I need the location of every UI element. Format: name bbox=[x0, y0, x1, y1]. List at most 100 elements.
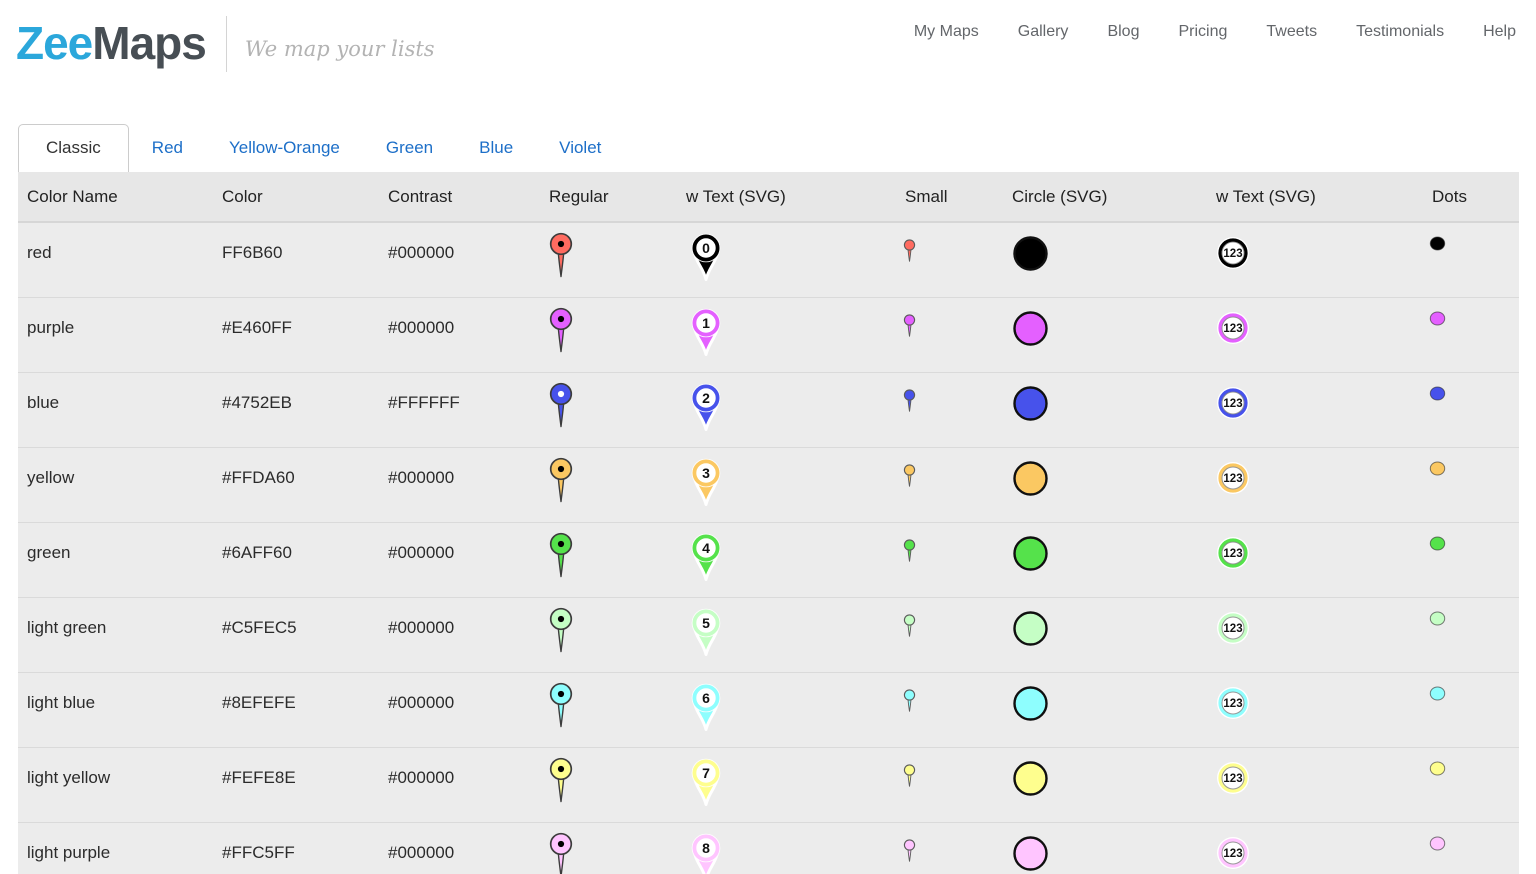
dot-marker-icon bbox=[1429, 386, 1446, 401]
table-row: green #6AFF60 #000000 4 123 bbox=[18, 522, 1519, 597]
tab-green[interactable]: Green bbox=[363, 125, 456, 172]
dot-marker-cell bbox=[1423, 222, 1519, 297]
circle-marker-cell bbox=[1003, 447, 1207, 522]
regular-marker-cell bbox=[540, 372, 677, 447]
contrast-hex-cell: #000000 bbox=[379, 297, 540, 372]
circle-marker-icon bbox=[1012, 610, 1049, 647]
regular-marker-cell bbox=[540, 222, 677, 297]
tab-yellow-orange[interactable]: Yellow-Orange bbox=[206, 125, 363, 172]
circle-marker-cell bbox=[1003, 822, 1207, 874]
tab-bar: Classic Red Yellow-Orange Green Blue Vio… bbox=[18, 121, 1536, 172]
circle-marker-cell bbox=[1003, 747, 1207, 822]
dot-marker-cell bbox=[1423, 522, 1519, 597]
nav-item-gallery[interactable]: Gallery bbox=[1018, 23, 1069, 41]
color-name-cell: light purple bbox=[18, 822, 213, 874]
dot-marker-cell bbox=[1423, 297, 1519, 372]
circle-marker-icon bbox=[1012, 535, 1049, 572]
zeemaps-logo[interactable]: ZeeMaps bbox=[16, 14, 206, 72]
dot-marker-cell bbox=[1423, 822, 1519, 874]
svg-text:123: 123 bbox=[1223, 548, 1242, 560]
nav-item-my-maps[interactable]: My Maps bbox=[914, 23, 979, 41]
numbered-circle-icon: 123 bbox=[1216, 236, 1250, 270]
regular-pin-icon bbox=[546, 832, 576, 874]
w-text-circle-cell: 123 bbox=[1207, 747, 1423, 822]
small-pin-icon bbox=[902, 389, 917, 414]
small-marker-cell bbox=[896, 522, 1003, 597]
tab-classic[interactable]: Classic bbox=[18, 124, 129, 172]
numbered-circle-icon: 123 bbox=[1216, 611, 1250, 645]
brand: ZeeMaps We map your lists bbox=[16, 14, 435, 72]
col-header-small: Small bbox=[896, 172, 1003, 222]
numbered-pin-icon: 2 bbox=[687, 383, 725, 435]
regular-marker-cell bbox=[540, 747, 677, 822]
svg-text:123: 123 bbox=[1223, 698, 1242, 710]
numbered-pin-icon: 5 bbox=[687, 608, 725, 660]
svg-text:2: 2 bbox=[702, 390, 710, 406]
contrast-hex-cell: #000000 bbox=[379, 672, 540, 747]
tab-red[interactable]: Red bbox=[129, 125, 206, 172]
dot-marker-cell bbox=[1423, 447, 1519, 522]
contrast-hex-cell: #000000 bbox=[379, 822, 540, 874]
svg-text:123: 123 bbox=[1223, 398, 1242, 410]
svg-text:6: 6 bbox=[702, 690, 710, 706]
circle-marker-icon bbox=[1012, 760, 1049, 797]
nav-item-testimonials[interactable]: Testimonials bbox=[1356, 23, 1444, 41]
dot-marker-icon bbox=[1429, 236, 1446, 251]
nav-item-blog[interactable]: Blog bbox=[1107, 23, 1139, 41]
circle-marker-cell bbox=[1003, 672, 1207, 747]
small-marker-cell bbox=[896, 372, 1003, 447]
dot-marker-icon bbox=[1429, 611, 1446, 626]
svg-text:5: 5 bbox=[702, 615, 710, 631]
regular-marker-cell bbox=[540, 297, 677, 372]
nav-item-help[interactable]: Help bbox=[1483, 23, 1516, 41]
w-text-pin-cell: 6 bbox=[677, 672, 896, 747]
numbered-pin-icon: 7 bbox=[687, 758, 725, 810]
numbered-circle-icon: 123 bbox=[1216, 461, 1250, 495]
dot-marker-icon bbox=[1429, 761, 1446, 776]
numbered-circle-icon: 123 bbox=[1216, 536, 1250, 570]
regular-marker-cell bbox=[540, 522, 677, 597]
color-name-cell: yellow bbox=[18, 447, 213, 522]
circle-marker-icon bbox=[1012, 685, 1049, 722]
w-text-circle-cell: 123 bbox=[1207, 447, 1423, 522]
nav-item-pricing[interactable]: Pricing bbox=[1178, 23, 1227, 41]
contrast-hex-cell: #000000 bbox=[379, 522, 540, 597]
dot-marker-icon bbox=[1429, 536, 1446, 551]
contrast-hex-cell: #000000 bbox=[379, 597, 540, 672]
color-name-cell: blue bbox=[18, 372, 213, 447]
color-hex-cell: #C5FEC5 bbox=[213, 597, 379, 672]
numbered-circle-icon: 123 bbox=[1216, 386, 1250, 420]
tab-blue[interactable]: Blue bbox=[456, 125, 536, 172]
numbered-pin-icon: 4 bbox=[687, 533, 725, 585]
tagline: We map your lists bbox=[245, 37, 435, 61]
col-header-color: Color bbox=[213, 172, 379, 222]
numbered-circle-icon: 123 bbox=[1216, 311, 1250, 345]
circle-marker-cell bbox=[1003, 372, 1207, 447]
w-text-pin-cell: 8 bbox=[677, 822, 896, 874]
w-text-circle-cell: 123 bbox=[1207, 522, 1423, 597]
col-header-regular: Regular bbox=[540, 172, 677, 222]
small-marker-cell bbox=[896, 222, 1003, 297]
regular-marker-cell bbox=[540, 597, 677, 672]
main-nav: My Maps Gallery Blog Pricing Tweets Test… bbox=[914, 14, 1516, 41]
regular-pin-icon bbox=[546, 532, 576, 579]
contrast-hex-cell: #000000 bbox=[379, 747, 540, 822]
col-header-color-name: Color Name bbox=[18, 172, 213, 222]
color-hex-cell: #E460FF bbox=[213, 297, 379, 372]
small-marker-cell bbox=[896, 822, 1003, 874]
table-header-row: Color Name Color Contrast Regular w Text… bbox=[18, 172, 1519, 222]
color-name-cell: purple bbox=[18, 297, 213, 372]
tab-violet[interactable]: Violet bbox=[536, 125, 624, 172]
color-hex-cell: #4752EB bbox=[213, 372, 379, 447]
dot-marker-icon bbox=[1429, 311, 1446, 326]
svg-text:123: 123 bbox=[1223, 623, 1242, 635]
table-row: light purple #FFC5FF #000000 8 123 bbox=[18, 822, 1519, 874]
regular-pin-icon bbox=[546, 607, 576, 654]
numbered-pin-icon: 8 bbox=[687, 833, 725, 874]
small-marker-cell bbox=[896, 672, 1003, 747]
w-text-pin-cell: 5 bbox=[677, 597, 896, 672]
nav-item-tweets[interactable]: Tweets bbox=[1266, 23, 1317, 41]
brand-divider bbox=[226, 16, 227, 72]
col-header-dots: Dots bbox=[1423, 172, 1519, 222]
small-pin-icon bbox=[902, 764, 917, 789]
